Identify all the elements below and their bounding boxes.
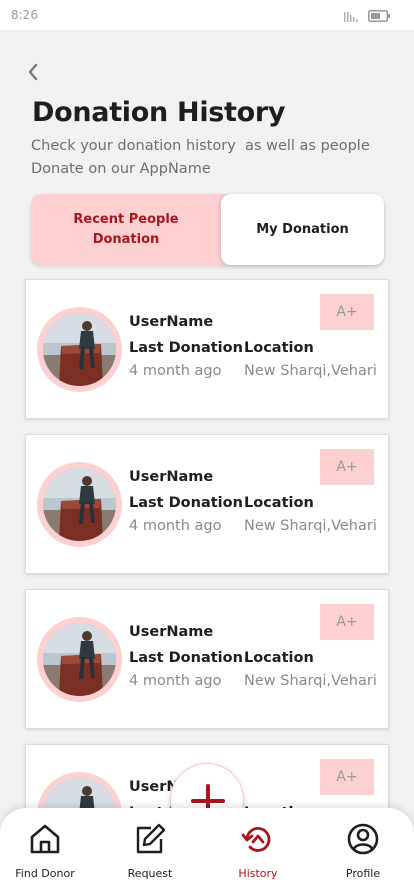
avatar-ring — [37, 617, 122, 702]
avatar — [43, 313, 116, 386]
donation-card[interactable]: UserName Last Donation 4 month ago Locat… — [25, 589, 389, 729]
donation-card[interactable]: UserName Last Donation 4 month ago Locat… — [25, 434, 389, 574]
battery-icon — [368, 10, 390, 22]
nav-label: History — [238, 867, 278, 880]
location-value: New Sharqi,Vehari — [244, 518, 377, 534]
avatar-ring — [37, 462, 122, 547]
blood-group-badge: A+ — [320, 294, 374, 330]
location-value: New Sharqi,Vehari — [244, 673, 377, 689]
last-donation-label: Last Donation — [129, 650, 243, 666]
status-time: 8:26 — [11, 8, 38, 22]
page-title: Donation History — [32, 97, 286, 128]
nav-label: Request — [127, 867, 173, 880]
nav-find-donor[interactable]: Find Donor — [0, 808, 90, 896]
nav-label: Profile — [345, 867, 381, 880]
last-donation-label: Last Donation — [129, 495, 243, 511]
blood-group-badge: A+ — [320, 759, 374, 795]
blood-group-badge: A+ — [320, 449, 374, 485]
nav-history[interactable]: History — [213, 808, 303, 896]
bottom-nav: Find Donor Request History Profile — [0, 808, 414, 896]
location-label: Location — [244, 650, 314, 666]
edit-icon — [136, 823, 166, 854]
last-donation-value: 4 month ago — [129, 518, 222, 534]
last-donation-label: Last Donation — [129, 340, 243, 356]
nav-label: Find Donor — [15, 867, 75, 880]
location-value: New Sharqi,Vehari — [244, 363, 377, 379]
avatar-ring — [37, 307, 122, 392]
last-donation-value: 4 month ago — [129, 673, 222, 689]
page-subtitle: Check your donation history as well as p… — [31, 138, 375, 177]
last-donation-value: 4 month ago — [129, 363, 222, 379]
signal-icon — [344, 12, 358, 22]
back-chevron-icon[interactable] — [24, 62, 44, 82]
tab-my-donation[interactable]: My Donation — [221, 194, 384, 265]
donor-username: UserName — [129, 314, 214, 330]
nav-profile[interactable]: Profile — [318, 808, 408, 896]
location-label: Location — [244, 340, 314, 356]
location-label: Location — [244, 495, 314, 511]
home-icon — [30, 824, 60, 854]
donation-card[interactable]: UserName Last Donation 4 month ago Locat… — [25, 279, 389, 419]
donor-username: UserName — [129, 469, 214, 485]
donation-toggle: Recent People Donation My Donation — [31, 194, 384, 265]
donor-username: UserName — [129, 624, 214, 640]
blood-group-badge: A+ — [320, 604, 374, 640]
nav-request[interactable]: Request — [105, 808, 195, 896]
history-icon — [241, 827, 271, 852]
status-bar: 8:26 — [0, 0, 414, 30]
avatar — [43, 468, 116, 541]
tab-recent-people-donation[interactable]: Recent People Donation — [31, 194, 221, 265]
avatar — [43, 623, 116, 696]
user-circle-icon — [347, 823, 379, 855]
